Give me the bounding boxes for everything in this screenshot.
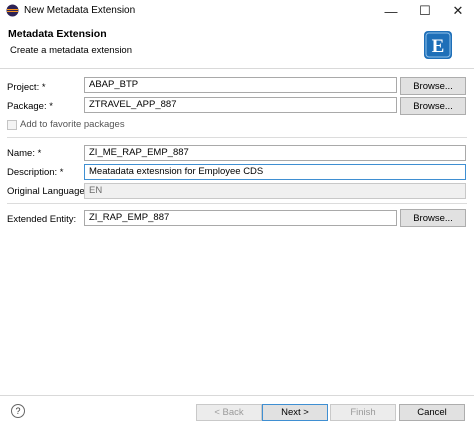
close-button[interactable]: ✕ — [443, 1, 473, 21]
extended-entity-browse-button[interactable]: Browse... — [400, 209, 466, 227]
favorite-label: Add to favorite packages — [20, 119, 125, 130]
minimize-button[interactable]: — — [376, 1, 406, 21]
eclipse-icon — [6, 4, 19, 17]
name-label: Name: * — [7, 148, 42, 159]
separator — [7, 203, 467, 204]
cancel-button[interactable]: Cancel — [399, 404, 465, 421]
package-field[interactable]: ZTRAVEL_APP_887 — [84, 97, 397, 113]
metadata-extension-logo-icon: E — [424, 31, 452, 59]
back-button[interactable]: < Back — [196, 404, 262, 421]
footer-separator — [0, 395, 474, 396]
project-field[interactable]: ABAP_BTP — [84, 77, 397, 93]
extended-entity-field[interactable]: ZI_RAP_EMP_887 — [84, 210, 397, 226]
svg-text:E: E — [432, 36, 445, 57]
next-button[interactable]: Next > — [262, 404, 328, 421]
favorite-checkbox[interactable] — [7, 120, 17, 130]
original-language-label: Original Language: — [7, 186, 88, 197]
name-field[interactable]: ZI_ME_RAP_EMP_887 — [84, 145, 466, 161]
project-label: Project: * — [7, 82, 46, 93]
extended-entity-label: Extended Entity: — [7, 214, 77, 225]
package-label: Package: * — [7, 101, 53, 112]
original-language-field: EN — [84, 183, 466, 199]
wizard-subtitle: Create a metadata extension — [10, 45, 132, 56]
wizard-title: Metadata Extension — [8, 28, 107, 40]
maximize-button[interactable]: ☐ — [410, 1, 440, 21]
package-browse-button[interactable]: Browse... — [400, 97, 466, 115]
separator — [7, 137, 467, 138]
window-title: New Metadata Extension — [24, 5, 136, 16]
description-field[interactable]: Meatadata extesnsion for Employee CDS — [84, 164, 466, 180]
finish-button[interactable]: Finish — [330, 404, 396, 421]
help-icon[interactable]: ? — [11, 404, 25, 418]
project-browse-button[interactable]: Browse... — [400, 77, 466, 95]
description-label: Description: * — [7, 167, 64, 178]
